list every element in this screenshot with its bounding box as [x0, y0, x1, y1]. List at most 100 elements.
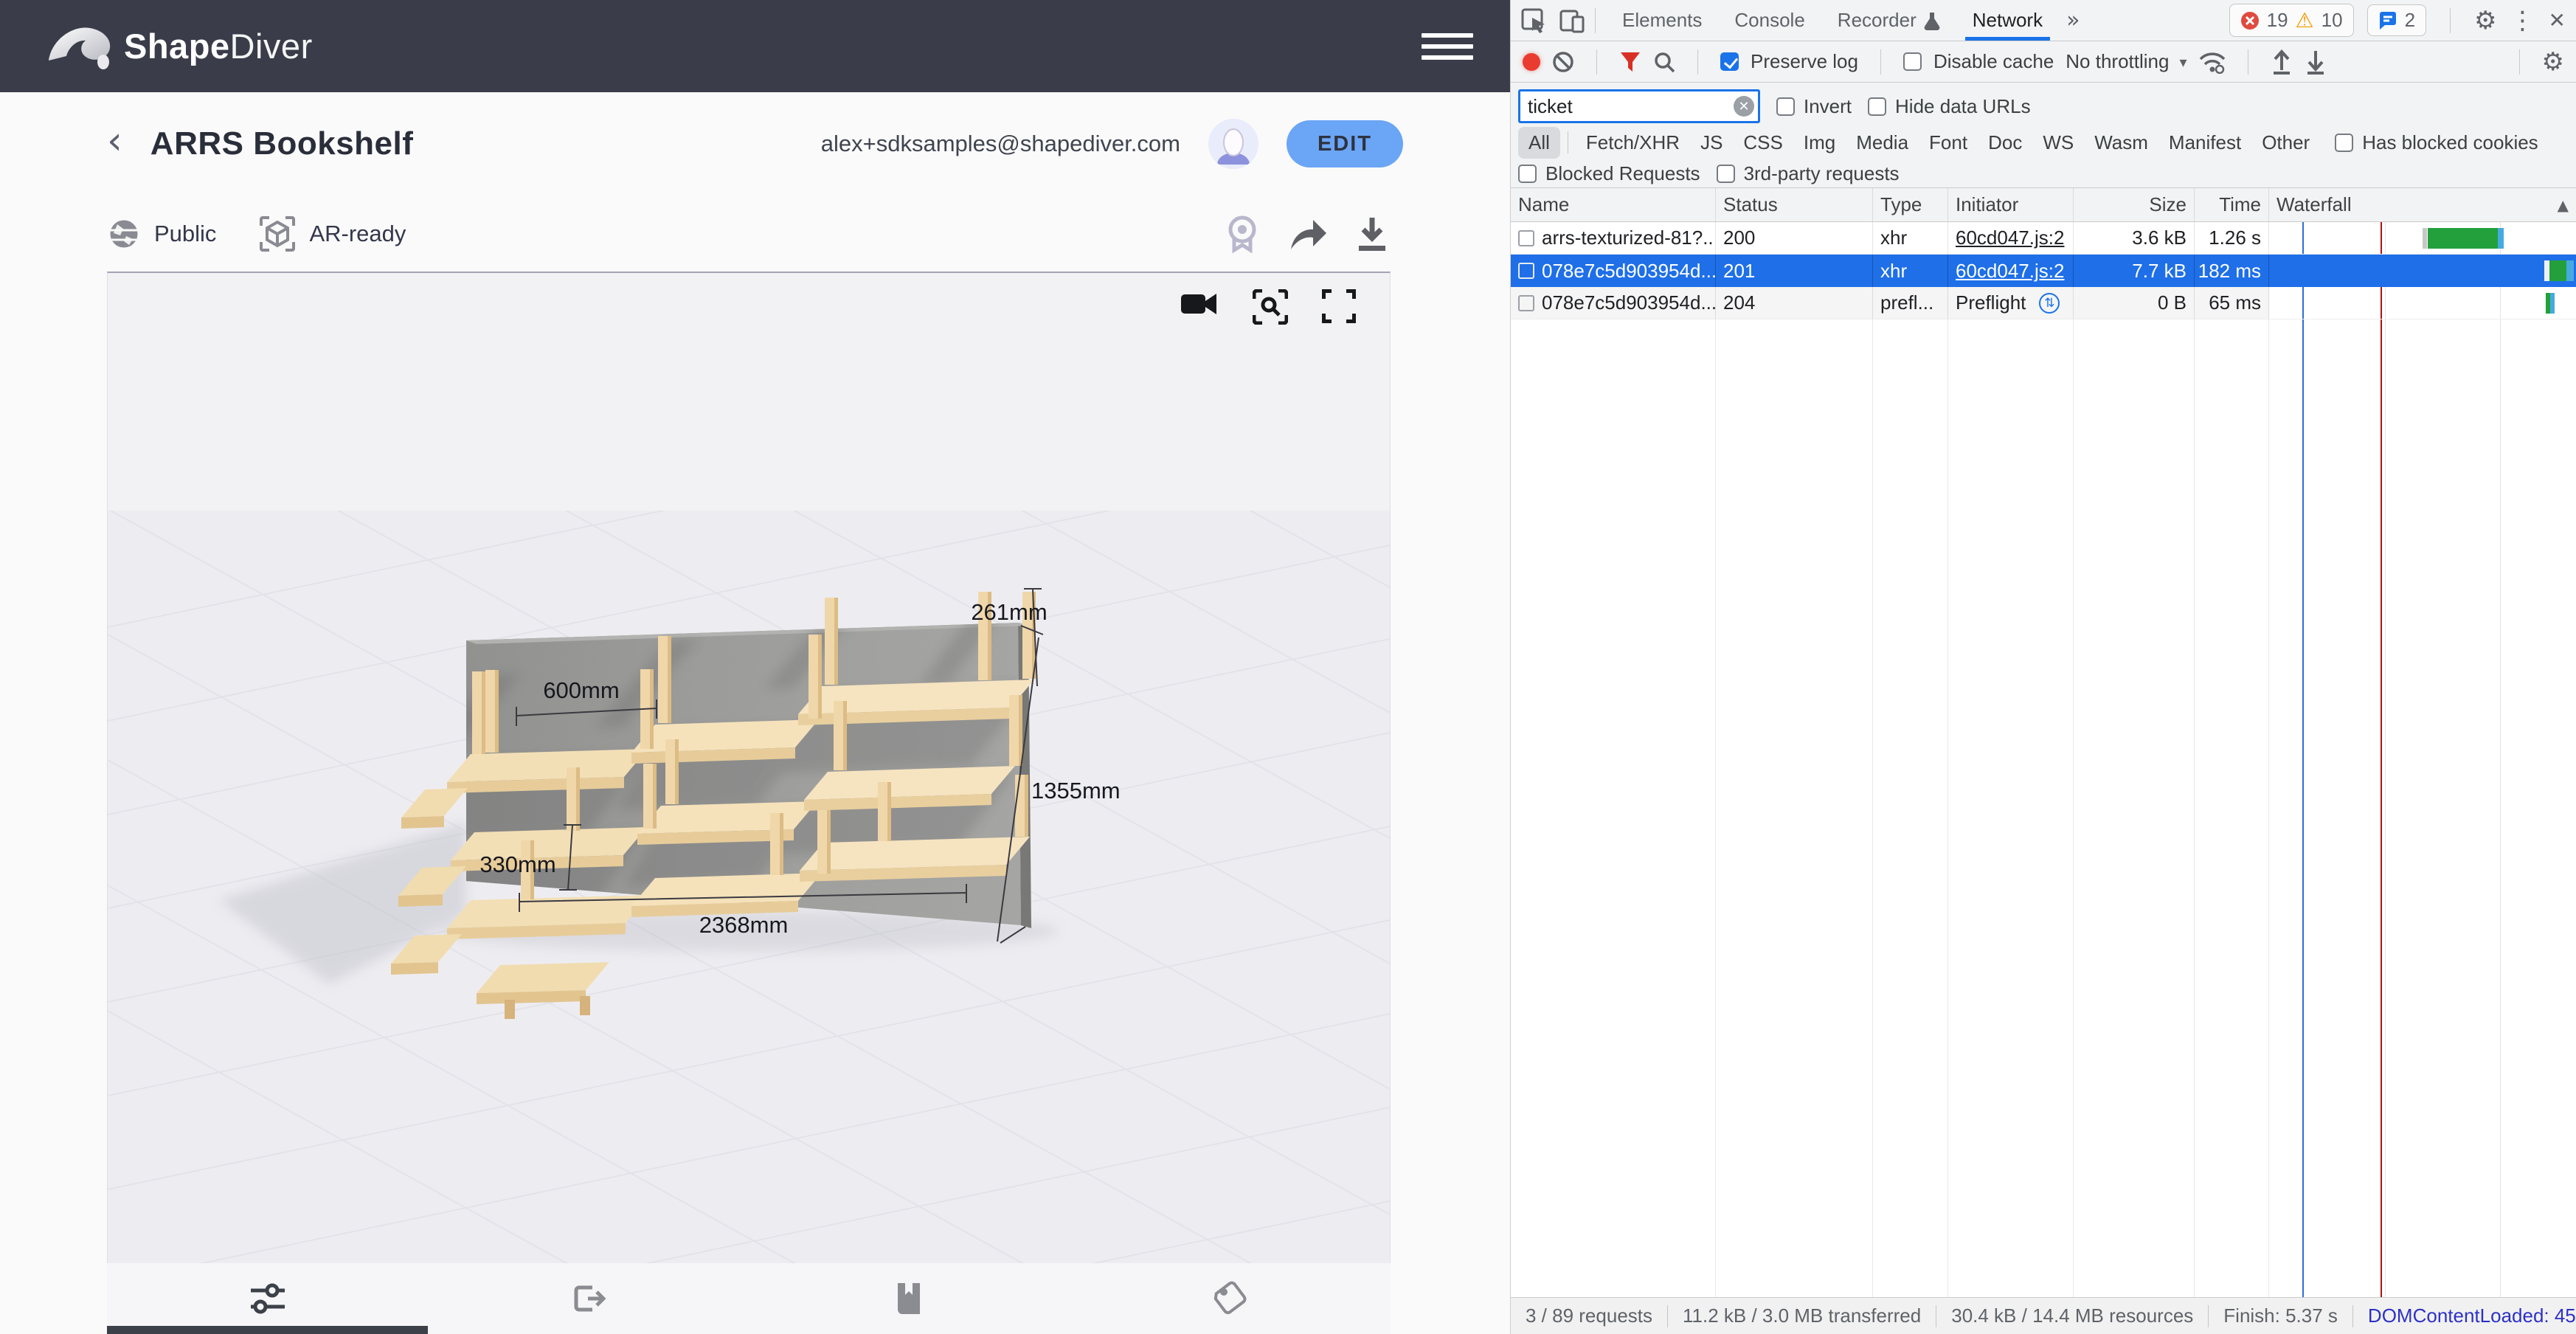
ar-label: AR-ready [309, 221, 406, 247]
more-tabs-icon[interactable]: » [2059, 7, 2087, 33]
shapediver-swoosh-icon [46, 19, 120, 74]
devtools-settings-icon[interactable]: ⚙ [2474, 8, 2496, 33]
disable-cache-checkbox[interactable] [1903, 52, 1922, 71]
network-filters: ✕ Invert Hide data URLs All Fetch/XHR JS… [1511, 83, 2576, 188]
filter-input[interactable] [1518, 89, 1760, 123]
devtools-close-icon[interactable]: ✕ [2549, 10, 2566, 31]
table-row-selected[interactable]: 078e7c5d903954d... 201 xhr 60cd047.js:2 … [1511, 255, 2576, 287]
inspect-element-icon[interactable] [1521, 8, 1546, 33]
throttling-select[interactable]: No throttling ▾ [2066, 50, 2187, 73]
row-checkbox[interactable] [1518, 230, 1534, 246]
edit-button[interactable]: EDIT [1287, 120, 1403, 167]
preflight-icon[interactable]: ⇅ [2039, 293, 2060, 314]
invert-filter[interactable]: Invert [1776, 95, 1852, 118]
record-network-log-icon[interactable] [1523, 53, 1540, 71]
tab-network[interactable]: Network [1956, 0, 2059, 41]
device-toolbar-icon[interactable] [1559, 8, 1585, 33]
dim-2368: 2368mm [699, 912, 789, 938]
devtools-menu-icon[interactable]: ⋮ [2510, 8, 2535, 33]
filter-type-css[interactable]: CSS [1733, 127, 1793, 159]
console-errors-warnings-badge[interactable]: 19 ⚠ 10 [2229, 4, 2354, 37]
finish-time: Finish: 5.37 s [2223, 1304, 2338, 1327]
filter-type-all[interactable]: All [1518, 127, 1560, 159]
filter-type-js[interactable]: JS [1690, 127, 1733, 159]
search-icon[interactable] [1653, 51, 1675, 73]
shapediver-logo[interactable]: ShapeDiver [46, 19, 313, 74]
waterfall-cell [2269, 222, 2576, 255]
network-request-table: Name Status Type Initiator Size Time Wat… [1511, 188, 2576, 1297]
clear-filter-icon[interactable]: ✕ [1734, 96, 1754, 117]
certificate-badge-icon[interactable] [1225, 215, 1260, 253]
third-party-checkbox[interactable] [1717, 165, 1735, 183]
download-icon[interactable] [1356, 216, 1388, 252]
active-tab-indicator [107, 1326, 428, 1334]
col-initiator[interactable]: Initiator [1948, 188, 2074, 221]
hide-data-urls-checkbox[interactable] [1868, 97, 1886, 116]
preserve-log-label[interactable]: Preserve log [1751, 50, 1858, 73]
col-size[interactable]: Size [2074, 188, 2195, 221]
dim-330: 330mm [479, 851, 555, 877]
tab-elements[interactable]: Elements [1606, 0, 1718, 41]
filter-type-other[interactable]: Other [2251, 127, 2320, 159]
share-icon[interactable] [1288, 217, 1328, 251]
third-party-requests[interactable]: 3rd-party requests [1717, 162, 1900, 185]
menu-icon[interactable] [1422, 27, 1473, 66]
library-tab[interactable] [749, 1280, 1070, 1317]
zoom-to-fit-icon[interactable] [1253, 289, 1288, 325]
resources: 30.4 kB / 14.4 MB resources [1951, 1304, 2193, 1327]
initiator-link[interactable]: 60cd047.js:2 [1956, 260, 2064, 283]
filter-type-fetch-xhr[interactable]: Fetch/XHR [1576, 127, 1690, 159]
filter-type-manifest[interactable]: Manifest [2158, 127, 2251, 159]
clear-network-log-icon[interactable] [1552, 51, 1574, 73]
filter-type-doc[interactable]: Doc [1978, 127, 2032, 159]
col-waterfall[interactable]: Waterfall ▲ [2269, 188, 2576, 221]
video-camera-icon[interactable] [1180, 289, 1219, 319]
network-conditions-icon[interactable] [2199, 50, 2226, 74]
filter-type-media[interactable]: Media [1846, 127, 1919, 159]
invert-checkbox[interactable] [1776, 97, 1795, 116]
export-har-icon[interactable] [2305, 49, 2327, 75]
avatar[interactable] [1208, 119, 1258, 169]
import-har-icon[interactable] [2271, 49, 2293, 75]
issues-badge[interactable]: 2 [2367, 4, 2426, 36]
col-name[interactable]: Name [1511, 188, 1716, 221]
table-row[interactable]: 078e7c5d903954d... 204 prefl... Prefligh… [1511, 287, 2576, 319]
visibility-label: Public [154, 221, 216, 247]
row-checkbox[interactable] [1518, 263, 1534, 279]
tags-tab[interactable] [1070, 1281, 1391, 1316]
has-blocked-cookies[interactable]: Has blocked cookies [2335, 131, 2538, 154]
preserve-log-checkbox[interactable] [1720, 52, 1739, 71]
blocked-requests[interactable]: Blocked Requests [1518, 162, 1700, 185]
blocked-requests-checkbox[interactable] [1518, 165, 1537, 183]
col-status[interactable]: Status [1716, 188, 1873, 221]
filter-type-font[interactable]: Font [1919, 127, 1978, 159]
disable-cache-label[interactable]: Disable cache [1933, 50, 2054, 73]
filter-icon[interactable] [1619, 51, 1641, 73]
owner-email: alex+sdksamples@shapediver.com [821, 131, 1180, 157]
col-type[interactable]: Type [1873, 188, 1948, 221]
initiator-link[interactable]: 60cd047.js:2 [1956, 227, 2064, 249]
row-checkbox[interactable] [1518, 295, 1534, 311]
table-empty-area [1511, 319, 2576, 1297]
3d-viewer[interactable]: 600mm 261mm 1355mm 330mm 2368mm [107, 272, 1391, 1263]
has-blocked-cookies-checkbox[interactable] [2335, 134, 2353, 152]
network-settings-icon[interactable]: ⚙ [2542, 49, 2564, 75]
dom-content-loaded: DOMContentLoaded: 458 ms [2368, 1304, 2576, 1327]
hide-data-urls[interactable]: Hide data URLs [1868, 95, 2031, 118]
col-time[interactable]: Time [2195, 188, 2269, 221]
devtools-pane: Elements Console Recorder Network » 19 ⚠… [1510, 0, 2576, 1334]
viewer-tools [1180, 289, 1356, 325]
visibility-badge: Public [107, 217, 216, 251]
filter-type-img[interactable]: Img [1793, 127, 1846, 159]
parameters-tab[interactable] [107, 1282, 428, 1316]
model-actions [1225, 215, 1388, 253]
filter-type-ws[interactable]: WS [2032, 127, 2084, 159]
tab-console[interactable]: Console [1718, 0, 1821, 41]
back-icon[interactable]: ‹ [107, 122, 122, 160]
book-icon [895, 1280, 924, 1317]
table-row[interactable]: arrs-texturized-81?... 200 xhr 60cd047.j… [1511, 222, 2576, 255]
filter-type-wasm[interactable]: Wasm [2084, 127, 2158, 159]
tab-recorder[interactable]: Recorder [1821, 0, 1956, 41]
export-tab[interactable] [428, 1282, 749, 1316]
fullscreen-icon[interactable] [1322, 289, 1356, 323]
